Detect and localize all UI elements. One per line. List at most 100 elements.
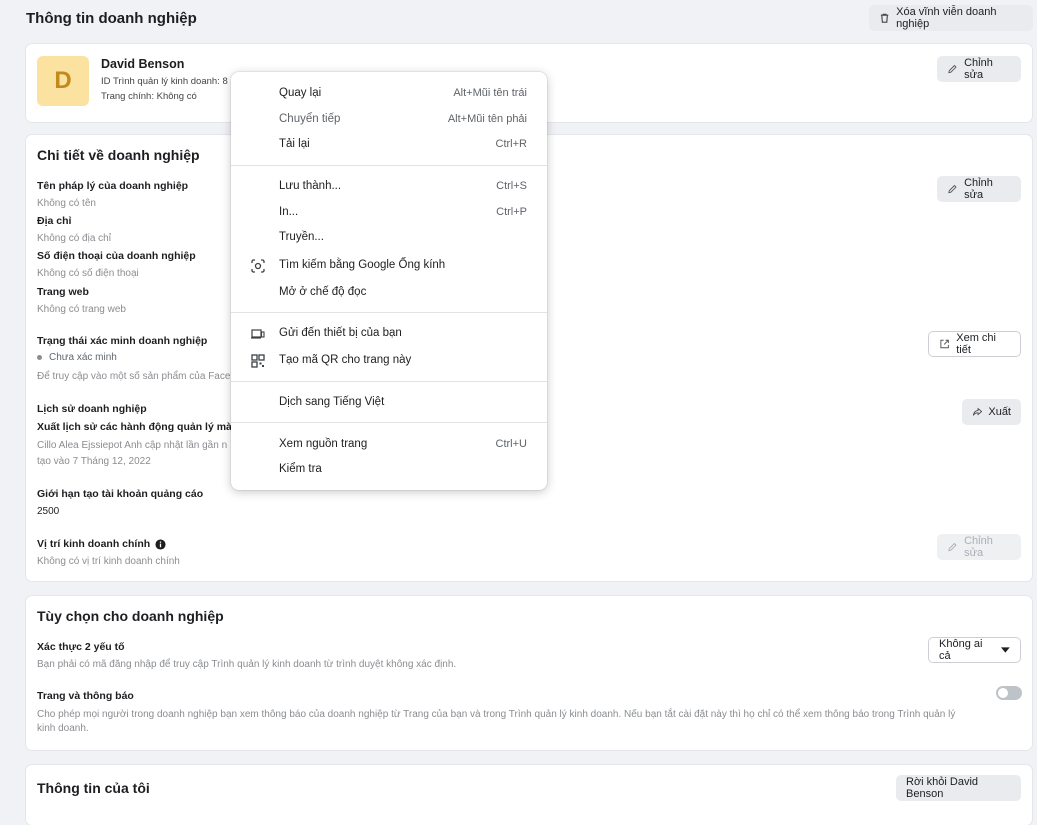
details-edit-button[interactable]: Chỉnh sửa xyxy=(937,176,1021,202)
legal-name-label: Tên pháp lý của doanh nghiệp xyxy=(37,180,189,192)
pages-notifications-label: Trang và thông báo xyxy=(37,690,134,702)
page-title: Thông tin doanh nghiệp xyxy=(26,10,197,27)
location-edit-button[interactable]: Chỉnh sửa xyxy=(937,534,1021,560)
my-info-title: Thông tin của tôi xyxy=(37,780,150,796)
menu-item-label: Truyền... xyxy=(279,231,324,243)
menu-item-label: Xem nguồn trang xyxy=(279,438,368,450)
my-info-card xyxy=(26,765,1032,825)
location-edit-label: Chỉnh sửa xyxy=(964,535,993,559)
twofa-description: Bạn phải có mã đăng nhập để truy cập Trì… xyxy=(37,659,457,670)
delete-business-button[interactable]: Xóa vĩnh viễn doanh nghiệp xyxy=(869,5,1033,31)
pencil-icon xyxy=(948,64,957,74)
pages-notifications-desc-2: kinh doanh. xyxy=(37,723,89,734)
menu-item-label: Tìm kiếm bằng Google Ống kính xyxy=(279,259,446,271)
google-lens-icon xyxy=(251,259,265,273)
menu-item-label: Mở ở chế độ đọc xyxy=(279,286,367,298)
menu-item-inspect[interactable]: Kiểm tra xyxy=(231,457,547,483)
verification-status: Chưa xác minh xyxy=(37,352,117,363)
verification-status-text: Chưa xác minh xyxy=(49,352,117,363)
location-value: Không có vị trí kinh doanh chính xyxy=(37,556,180,567)
menu-item-reload[interactable]: Tải lại Ctrl+R xyxy=(231,132,547,158)
browser-context-menu: Quay lại Alt+Mũi tên trái Chuyển tiếp Al… xyxy=(231,72,547,490)
history-note-1: Cillo Alea Ejssiepot Anh cập nhật lần gầ… xyxy=(37,440,228,451)
profile-main-page: Trang chính: Không có xyxy=(101,91,197,102)
qr-code-icon xyxy=(251,354,265,368)
avatar-letter: D xyxy=(54,67,72,94)
menu-item-view-source[interactable]: Xem nguồn trang Ctrl+U xyxy=(231,432,547,458)
trash-icon xyxy=(880,13,889,23)
menu-item-shortcut: Ctrl+U xyxy=(495,438,527,450)
menu-item-label: Kiểm tra xyxy=(279,463,322,475)
location-heading: Vị trí kinh doanh chính xyxy=(37,538,166,550)
menu-item-back[interactable]: Quay lại Alt+Mũi tên trái xyxy=(231,81,547,107)
history-label: Lịch sử doanh nghiệp xyxy=(37,403,147,415)
external-link-icon xyxy=(940,339,949,349)
menu-item-label: Lưu thành... xyxy=(279,180,342,192)
history-note-2: tạo vào 7 Tháng 12, 2022 xyxy=(37,456,151,467)
menu-item-shortcut: Ctrl+S xyxy=(496,180,527,192)
menu-item-send-to-device[interactable]: Gửi đến thiết bị của bạn xyxy=(231,321,547,347)
profile-id: ID Trình quản lý kinh doanh: 8 xyxy=(101,76,228,87)
menu-item-reading-mode[interactable]: Mở ở chế độ đọc xyxy=(231,280,547,306)
leave-business-label: Rời khỏi David Benson xyxy=(906,776,979,800)
menu-item-forward[interactable]: Chuyển tiếp Alt+Mũi tên phải xyxy=(231,107,547,133)
phone-label: Số điện thoại của doanh nghiệp xyxy=(37,250,196,262)
verification-label: Trạng thái xác minh doanh nghiệp xyxy=(37,335,208,347)
options-title: Tùy chọn cho doanh nghiệp xyxy=(37,608,224,624)
pages-notifications-toggle[interactable] xyxy=(996,686,1022,700)
menu-separator xyxy=(231,422,547,423)
menu-item-label: In... xyxy=(279,206,299,218)
profile-name: David Benson xyxy=(101,57,185,71)
menu-item-label: Dịch sang Tiếng Việt xyxy=(279,396,385,408)
caret-down-icon xyxy=(1001,647,1010,653)
twofa-select[interactable]: Không ai cả xyxy=(928,637,1021,663)
profile-edit-button[interactable]: Chỉnh sửa xyxy=(937,56,1021,82)
devices-icon xyxy=(251,329,265,339)
menu-item-cast[interactable]: Truyền... xyxy=(231,225,547,251)
menu-item-label: Quay lại xyxy=(279,87,322,99)
pencil-icon xyxy=(948,542,957,552)
menu-item-google-lens[interactable]: Tìm kiếm bằng Google Ống kính xyxy=(231,253,547,279)
menu-item-qr-code[interactable]: Tạo mã QR cho trang này xyxy=(231,348,547,374)
address-value: Không có địa chỉ xyxy=(37,233,111,244)
menu-item-label: Gửi đến thiết bị của bạn xyxy=(279,327,402,339)
history-export-label: Xuất lịch sử các hành động quản lý mà mọ xyxy=(37,421,251,433)
twofa-select-value: Không ai cả xyxy=(939,638,983,662)
menu-item-label: Tạo mã QR cho trang này xyxy=(279,354,412,366)
details-edit-label: Chỉnh sửa xyxy=(964,177,993,201)
info-icon[interactable] xyxy=(155,538,166,550)
legal-name-value: Không có tên xyxy=(37,198,96,209)
menu-item-shortcut: Alt+Mũi tên phải xyxy=(447,113,527,125)
address-label: Địa chỉ xyxy=(37,215,72,227)
menu-separator xyxy=(231,165,547,166)
ad-limit-label: Giới hạn tạo tài khoản quảng cáo xyxy=(37,488,204,500)
verification-note: Để truy cập vào một số sản phẩm của Face xyxy=(37,371,231,382)
delete-business-label: Xóa vĩnh viễn doanh nghiệp xyxy=(896,6,997,30)
view-details-label: Xem chi tiết xyxy=(956,332,996,356)
menu-separator xyxy=(231,381,547,382)
pages-notifications-desc-1: Cho phép mọi người trong doanh nghiệp bạ… xyxy=(37,709,956,720)
twofa-label: Xác thực 2 yếu tố xyxy=(37,641,125,653)
ad-limit-value: 2500 xyxy=(37,506,60,517)
avatar: D xyxy=(37,56,89,106)
export-label: Xuất xyxy=(988,406,1011,418)
menu-item-save-as[interactable]: Lưu thành... Ctrl+S xyxy=(231,174,547,200)
menu-separator xyxy=(231,312,547,313)
details-title: Chi tiết về doanh nghiệp xyxy=(37,147,200,163)
share-arrow-icon xyxy=(972,407,983,416)
leave-business-button[interactable]: Rời khỏi David Benson xyxy=(896,775,1021,801)
menu-item-label: Tải lại xyxy=(279,138,310,150)
export-button[interactable]: Xuất xyxy=(962,399,1021,425)
menu-item-label: Chuyển tiếp xyxy=(279,113,341,125)
website-label: Trang web xyxy=(37,286,89,298)
phone-value: Không có số điện thoại xyxy=(37,268,139,279)
menu-item-print[interactable]: In... Ctrl+P xyxy=(231,200,547,226)
pencil-icon xyxy=(948,184,957,194)
menu-item-translate[interactable]: Dịch sang Tiếng Việt xyxy=(231,390,547,416)
profile-edit-label: Chỉnh sửa xyxy=(964,57,993,81)
menu-item-shortcut: Ctrl+R xyxy=(495,138,527,150)
view-details-button[interactable]: Xem chi tiết xyxy=(928,331,1021,357)
location-label: Vị trí kinh doanh chính xyxy=(37,538,151,550)
website-value: Không có trang web xyxy=(37,304,126,315)
menu-item-shortcut: Ctrl+P xyxy=(496,206,527,218)
